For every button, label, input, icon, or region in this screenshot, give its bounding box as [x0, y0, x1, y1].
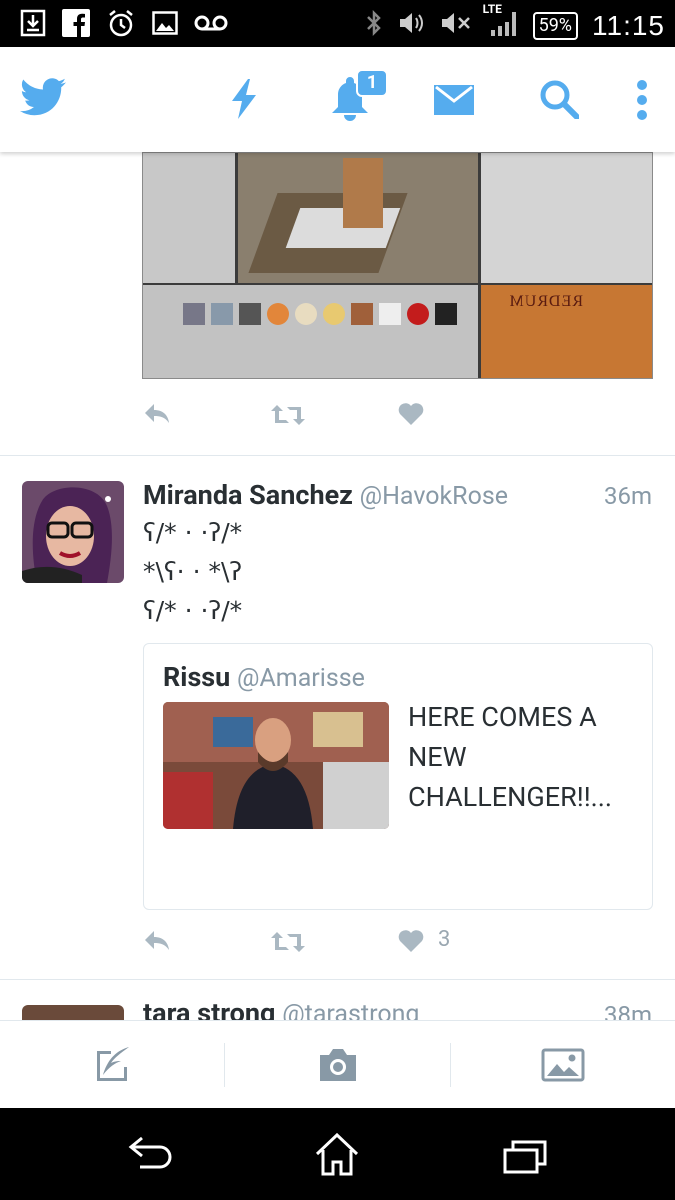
- quoted-tweet-text: HERE COMES A NEW CHALLENGER!!...: [408, 701, 613, 813]
- author-name: Miranda Sanchez: [143, 479, 353, 511]
- twitter-logo-icon[interactable]: [20, 77, 66, 121]
- system-navigation-bar: [0, 1108, 675, 1200]
- quoted-author: Rissu @Amarisse: [163, 661, 365, 693]
- voicemail-icon: [194, 14, 228, 36]
- author-name: tara strong: [143, 997, 276, 1022]
- toolbar-separator: [224, 1043, 225, 1087]
- volume-icon: [397, 9, 425, 42]
- tweet-timestamp: 38m: [603, 1001, 652, 1022]
- avatar[interactable]: [22, 481, 124, 583]
- retweet-button[interactable]: [270, 930, 306, 958]
- photo-gallery-icon[interactable]: [541, 1048, 585, 1086]
- quoted-tweet-card[interactable]: Rissu @Amarisse HERE COMES A NEW CHALLEN…: [143, 643, 653, 910]
- tweet-text-line: ʕ/* · ·ʔ/*: [143, 518, 243, 547]
- tweet-text-line: ʕ/* · ·ʔ/*: [143, 596, 243, 625]
- status-bar: LTE 59% 11:15: [0, 0, 675, 47]
- compose-tweet-icon[interactable]: [93, 1045, 133, 1087]
- image-icon: [152, 11, 178, 39]
- tweet-author[interactable]: Miranda Sanchez @HavokRose: [143, 479, 508, 511]
- retweet-button[interactable]: [270, 403, 306, 431]
- reply-button[interactable]: [142, 402, 172, 430]
- notification-count-badge: 1: [356, 69, 388, 97]
- signal-icon: LTE: [483, 2, 519, 43]
- lightning-icon[interactable]: [230, 79, 258, 123]
- tweet-text-line: *\ʕ· · *\ʔ: [143, 557, 243, 586]
- battery-indicator: 59%: [532, 11, 578, 40]
- tweet-media-image[interactable]: REDRUM: [142, 152, 653, 379]
- like-button[interactable]: [398, 402, 424, 430]
- mute-icon: [439, 9, 473, 42]
- home-icon[interactable]: [313, 1132, 361, 1180]
- tweet-divider: [0, 979, 675, 980]
- author-handle: @tarastrong: [282, 1000, 420, 1022]
- quoted-author-name: Rissu: [163, 661, 231, 693]
- overflow-menu-icon[interactable]: [636, 79, 648, 125]
- tweet-timestamp: 36m: [603, 482, 652, 510]
- quoted-author-handle: @Amarisse: [237, 664, 365, 693]
- messages-icon[interactable]: [434, 85, 474, 119]
- search-icon[interactable]: [539, 79, 580, 123]
- download-icon: [20, 9, 46, 41]
- recent-apps-icon[interactable]: [503, 1138, 547, 1178]
- clock: 11:15: [592, 9, 665, 41]
- like-count: 3: [438, 927, 451, 952]
- tweet-divider: [0, 455, 675, 456]
- tweet-author[interactable]: tara strong @tarastrong: [143, 997, 419, 1022]
- compose-toolbar: [0, 1020, 675, 1108]
- author-handle: @HavokRose: [359, 482, 509, 511]
- timeline[interactable]: REDRUM Miranda Sanchez @HavokRose 36m ʕ/…: [0, 152, 675, 1022]
- quoted-video-thumbnail[interactable]: [163, 702, 389, 829]
- toolbar-separator: [450, 1043, 451, 1087]
- like-button[interactable]: [398, 929, 424, 957]
- reply-button[interactable]: [142, 929, 172, 957]
- bluetooth-icon: [365, 8, 383, 43]
- camera-icon[interactable]: [316, 1047, 360, 1087]
- back-icon[interactable]: [128, 1136, 174, 1174]
- top-navigation-bar: 1: [0, 47, 675, 152]
- alarm-icon: [106, 8, 136, 42]
- facebook-icon: [62, 9, 90, 41]
- redrum-text: REDRUM: [508, 293, 583, 310]
